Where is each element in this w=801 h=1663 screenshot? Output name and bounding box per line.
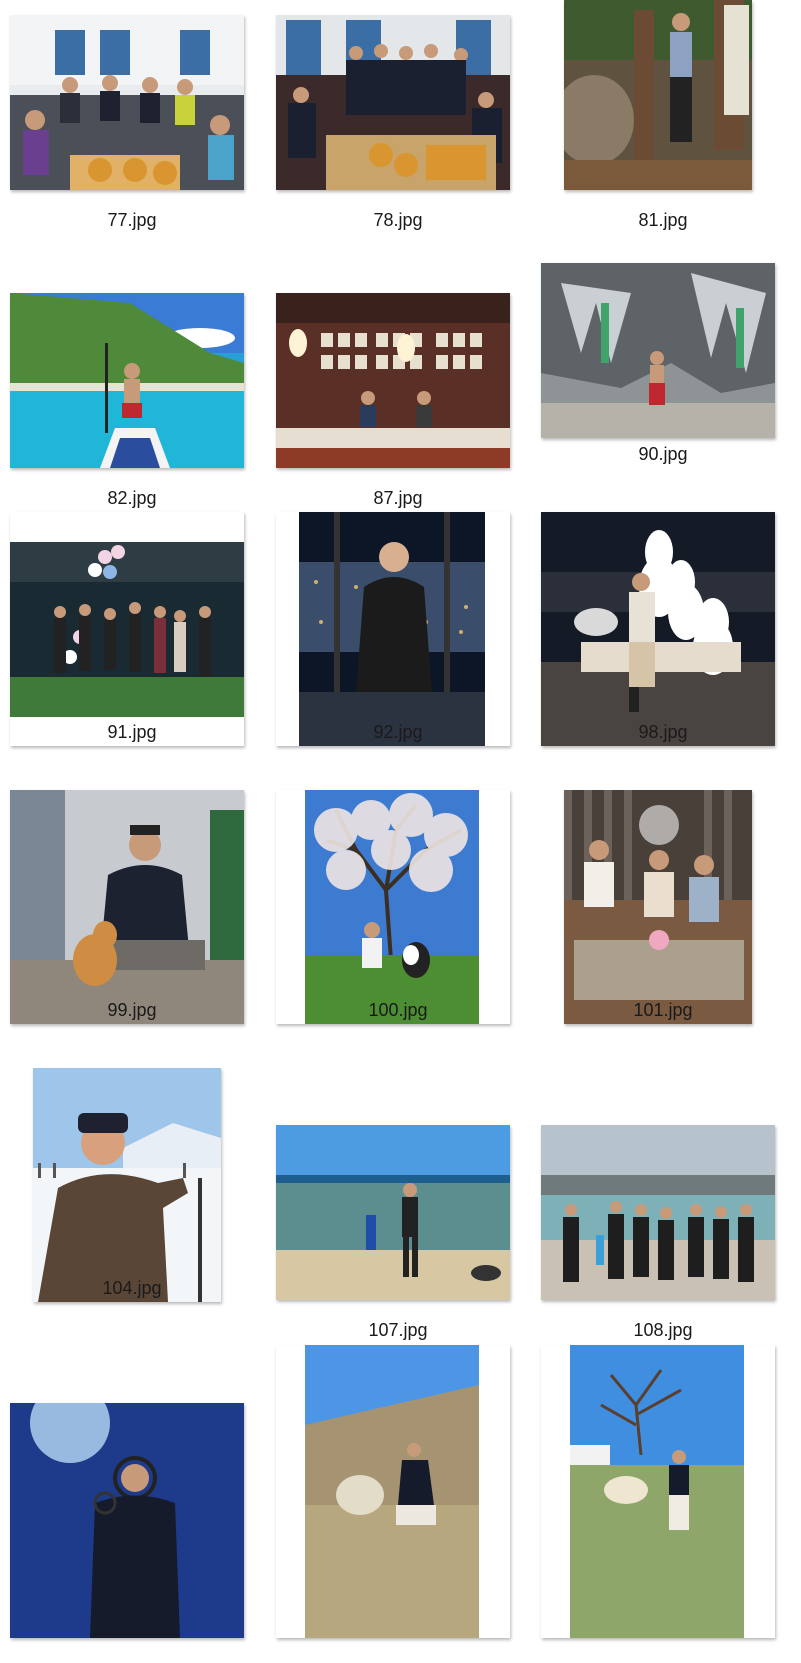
file-name: 92.jpg	[373, 722, 423, 742]
file-item[interactable]	[541, 1345, 785, 1638]
file-item[interactable]: 77.jpg	[10, 0, 254, 275]
file-item[interactable]	[10, 1388, 254, 1663]
image-thumbnail[interactable]	[10, 293, 244, 468]
file-name: 99.jpg	[107, 1000, 157, 1020]
image-thumbnail[interactable]	[276, 293, 510, 468]
image-thumbnail[interactable]	[276, 15, 510, 190]
file-item[interactable]: 98.jpg	[541, 512, 785, 787]
file-name: 87.jpg	[373, 488, 423, 508]
image-thumbnail[interactable]	[33, 1068, 221, 1302]
file-name: 81.jpg	[638, 210, 688, 230]
file-item[interactable]: 101.jpg	[541, 790, 785, 1065]
image-thumbnail[interactable]	[541, 512, 775, 746]
image-thumbnail[interactable]	[10, 15, 244, 190]
file-name: 90.jpg	[638, 444, 688, 464]
image-thumbnail[interactable]	[276, 512, 510, 746]
file-item[interactable]: 78.jpg	[276, 0, 520, 275]
image-thumbnail[interactable]	[276, 1345, 510, 1638]
file-name: 107.jpg	[368, 1320, 428, 1340]
image-thumbnail[interactable]	[10, 790, 244, 1024]
image-thumbnail[interactable]	[541, 1345, 775, 1638]
file-name: 108.jpg	[633, 1320, 693, 1340]
file-name: 100.jpg	[368, 1000, 428, 1020]
image-thumbnail[interactable]	[10, 512, 244, 746]
file-name: 82.jpg	[107, 488, 157, 508]
file-name: 77.jpg	[107, 210, 157, 230]
file-item[interactable]: 90.jpg	[541, 234, 785, 509]
file-name: 101.jpg	[633, 1000, 693, 1020]
file-item[interactable]	[276, 1345, 520, 1638]
image-thumbnail[interactable]	[276, 790, 510, 1024]
image-thumbnail[interactable]	[276, 1125, 510, 1300]
file-item[interactable]: 91.jpg	[10, 512, 254, 787]
file-item[interactable]: 92.jpg	[276, 512, 520, 787]
image-thumbnail[interactable]	[564, 790, 752, 1024]
image-thumbnail[interactable]	[541, 1125, 775, 1300]
file-item[interactable]: 99.jpg	[10, 790, 254, 1065]
file-name: 78.jpg	[373, 210, 423, 230]
file-item[interactable]: 107.jpg	[276, 1110, 520, 1385]
file-item[interactable]: 100.jpg	[276, 790, 520, 1065]
file-item[interactable]: 104.jpg	[10, 1068, 254, 1343]
file-name: 91.jpg	[107, 722, 157, 742]
file-name: 104.jpg	[102, 1278, 162, 1298]
file-item[interactable]: 108.jpg	[541, 1110, 785, 1385]
image-thumbnail[interactable]	[541, 263, 775, 438]
image-thumbnail[interactable]	[564, 0, 752, 190]
image-thumbnail[interactable]	[10, 1403, 244, 1638]
file-name: 98.jpg	[638, 722, 688, 742]
